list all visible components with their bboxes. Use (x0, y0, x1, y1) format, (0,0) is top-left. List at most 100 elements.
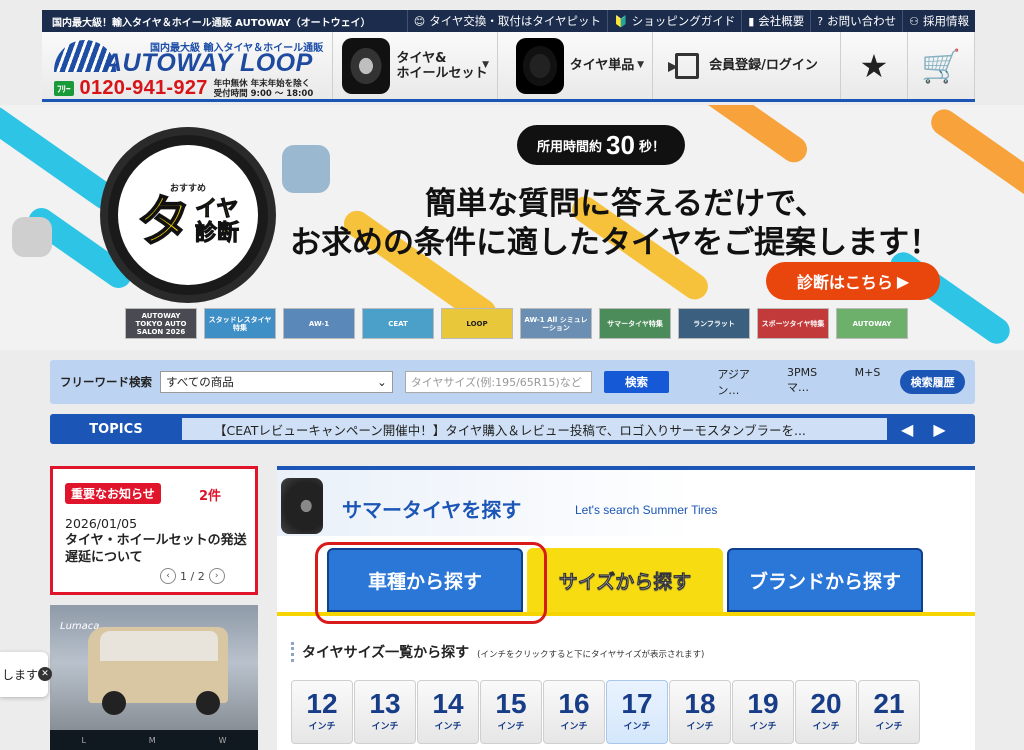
inch-button-14[interactable]: 14 インチ (417, 680, 479, 744)
photo-tab[interactable]: M (149, 736, 156, 745)
notice-page: 1 / 2 (180, 569, 205, 583)
tab-by-size[interactable]: サイズから探す (527, 548, 723, 612)
category-select[interactable]: すべての商品 ⌄ (160, 371, 393, 393)
banner-thumb[interactable]: スポーツタイヤ特集 (757, 308, 829, 339)
banner-thumb[interactable]: ランフラット (678, 308, 750, 339)
inch-unit: インチ (371, 722, 399, 732)
phone-number: 0120-941-927 (79, 77, 208, 99)
search-button[interactable]: 検索 (603, 371, 670, 393)
banner-thumb[interactable]: AUTOWAY (836, 308, 908, 339)
chevron-down-icon: ⌄ (377, 375, 387, 389)
beginner-leaf-icon: 🔰 (614, 14, 628, 28)
van-wheel (102, 691, 126, 715)
search-tabs: 車種から探す サイズから探す ブランドから探す (277, 542, 975, 624)
tire-pit-label: タイヤ交換・取付はタイヤピット (429, 14, 602, 28)
banner-thumb[interactable]: LOOP (441, 308, 513, 339)
inch-button-12[interactable]: 12 インチ (291, 680, 353, 744)
tire-pit-link[interactable]: 😊 タイヤ交換・取付はタイヤピット (406, 10, 607, 32)
nav-tire-wheel-set[interactable]: タイヤ& ホイールセット ▼ (332, 32, 497, 99)
favorites-button[interactable]: ★ (840, 32, 907, 99)
cart-icon: 🛒 (921, 46, 961, 85)
inch-unit: インチ (623, 722, 651, 732)
search-history-button[interactable]: 検索履歴 (900, 370, 965, 394)
size-heading-note: (インチをクリックすると下にタイヤサイズが表示されます) (477, 650, 705, 660)
contact-link[interactable]: ? お問い合わせ (810, 10, 902, 32)
inch-button-19[interactable]: 19 インチ (732, 680, 794, 744)
topics-label: TOPICS (89, 421, 143, 437)
tab-by-vehicle[interactable]: 車種から探す (327, 548, 523, 612)
important-notice: 重要なお知らせ 2件 2026/01/05 タイヤ・ホイールセットの発送遅延につ… (50, 466, 258, 595)
business-hours: 年中無休 年末年始を除く 受付時間 9:00 〜 18:00 (214, 79, 314, 99)
keyword-link[interactable]: アジアン… (717, 366, 771, 398)
inch-button-21[interactable]: 21 インチ (858, 680, 920, 744)
inch-buttons: 12 インチ 13 インチ 14 インチ 15 インチ 16 インチ 17 インチ 18 インチ 19 インチ… (291, 680, 920, 744)
banner-thumb[interactable]: CEAT (362, 308, 434, 339)
inch-number: 20 (810, 688, 842, 719)
notice-title-link[interactable]: タイヤ・ホイールセットの発送遅延について (65, 532, 250, 566)
freedial-badge: ﾌﾘｰ (54, 81, 74, 96)
summer-tire-panel: サマータイヤを探す Let's search Summer Tires 車種から… (277, 466, 975, 750)
cart-button[interactable]: 🛒 (907, 32, 975, 99)
nav-tire-single[interactable]: タイヤ単品 ▼ (497, 32, 652, 99)
inch-unit: インチ (686, 722, 714, 732)
inch-button-15[interactable]: 15 インチ (480, 680, 542, 744)
shopping-guide-link[interactable]: 🔰 ショッピングガイド (607, 10, 741, 32)
photo-tabs: L M W (50, 730, 258, 750)
summer-panel-header: サマータイヤを探す Let's search Summer Tires (277, 470, 975, 536)
inch-number: 17 (621, 688, 653, 719)
company-link[interactable]: ▮ 会社概要 (741, 10, 810, 32)
photo-tab[interactable]: L (81, 736, 85, 745)
topics-headline[interactable]: 【CEATレビューキャンペーン開催中！】タイヤ購入＆レビュー投稿で、ロゴ入りサー… (182, 418, 887, 440)
time-required-pill: 所用時間約 30 秒！ (517, 125, 685, 165)
diagnosis-ta: タ (136, 189, 192, 253)
login-icon (668, 52, 700, 79)
nav-login-label: 会員登録/ログイン (709, 58, 818, 73)
inch-button-17[interactable]: 17 インチ (606, 680, 668, 744)
banner-thumb[interactable]: スタッドレスタイヤ特集 (204, 308, 276, 339)
inch-button-18[interactable]: 18 インチ (669, 680, 731, 744)
promo-photo[interactable]: Lumaca L M W (50, 605, 258, 750)
chevron-down-icon: ▼ (637, 60, 644, 70)
inch-unit: インチ (560, 722, 588, 732)
side-popup[interactable]: します ✕ (0, 652, 52, 697)
search-input[interactable]: タイヤサイズ(例:195/65R15)など (404, 371, 592, 393)
nav-set-label: タイヤ& ホイールセット (396, 50, 488, 81)
banner-thumb[interactable]: AW-1 (283, 308, 355, 339)
inch-unit: インチ (875, 722, 903, 732)
logo-link[interactable]: 国内最大級 輸入タイヤ＆ホイール通販 AUTOWAY LOOP ﾌﾘｰ 0120… (42, 32, 332, 99)
banner-thumb[interactable]: AUTOWAY TOKYO AUTO SALON 2026 (125, 308, 197, 339)
inch-button-20[interactable]: 20 インチ (795, 680, 857, 744)
hours-line-2: 受付時間 9:00 〜 18:00 (213, 88, 314, 99)
photo-tab[interactable]: W (219, 736, 227, 745)
keyword-link[interactable]: M+S (855, 366, 881, 398)
search-placeholder: タイヤサイズ(例:195/65R15)など (410, 376, 582, 389)
time-suffix: 秒！ (638, 139, 665, 155)
notice-pager: ‹ 1 / 2 › (160, 568, 225, 584)
inch-number: 16 (558, 688, 590, 719)
topics-next-icon[interactable]: ▶ (933, 420, 945, 439)
chevron-left-icon[interactable]: ‹ (160, 568, 176, 584)
diagnosis-cta-label: 診断はこちら (796, 273, 893, 292)
keyword-link[interactable]: 3PMSマ… (787, 366, 839, 398)
diagnosis-cta-button[interactable]: 診断はこちら ▶ (766, 262, 940, 300)
inch-unit: インチ (308, 722, 336, 732)
close-icon[interactable]: ✕ (38, 667, 52, 681)
contact-label: お問い合わせ (827, 14, 897, 28)
notice-count: 2件 (199, 489, 222, 504)
tab-by-brand[interactable]: ブランドから探す (727, 548, 923, 612)
nav-login[interactable]: 会員登録/ログイン (652, 32, 840, 99)
banner-thumb[interactable]: AW-1 All シミュレーション (520, 308, 592, 339)
size-heading-text: タイヤサイズ一覧から探す (302, 645, 470, 661)
inch-button-16[interactable]: 16 インチ (543, 680, 605, 744)
tire-diagnosis-banner[interactable]: おすすめ タ イヤ 診断 所用時間約 30 秒！ 簡単な質問に答えるだけで、 お… (0, 105, 1024, 350)
chevron-right-icon[interactable]: › (208, 568, 225, 584)
inch-number: 12 (306, 688, 338, 719)
inch-button-13[interactable]: 13 インチ (354, 680, 416, 744)
recruit-link[interactable]: ⚇ 採用情報 (902, 10, 975, 32)
inch-unit: インチ (497, 722, 525, 732)
tire-icon (515, 37, 564, 94)
people-icon: ⚇ (909, 14, 919, 28)
inch-number: 19 (747, 688, 779, 719)
topics-prev-icon[interactable]: ◀ (901, 420, 913, 439)
banner-thumb[interactable]: サマータイヤ特集 (599, 308, 671, 339)
